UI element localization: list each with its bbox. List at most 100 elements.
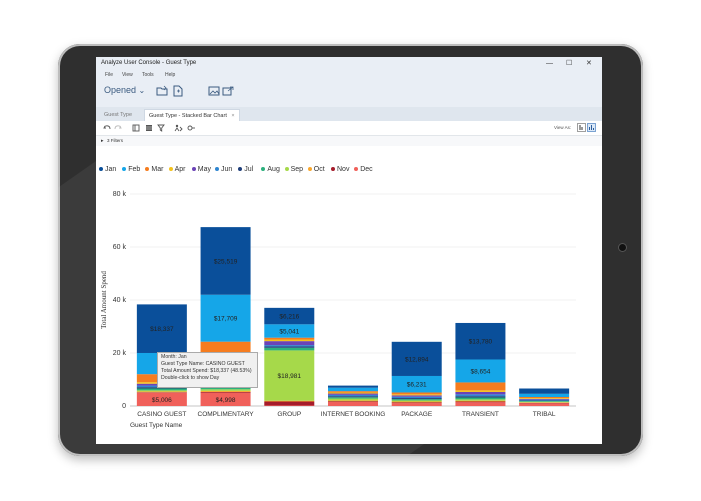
bar-segment-aug: [391, 399, 442, 401]
camera-icon: [619, 244, 626, 251]
chevron-down-icon: ⌄: [138, 86, 146, 95]
bar-segment-may: [391, 395, 442, 397]
data-label: $6,216: [279, 314, 299, 321]
y-axis-title: Total Amount Spend: [100, 271, 108, 329]
bar-segment-apr: [519, 398, 570, 399]
bar-segment-mar: [391, 392, 442, 395]
main-toolbar: Opened ⌄: [96, 80, 602, 108]
bar-segment-may: [264, 341, 315, 346]
close-button[interactable]: ✕: [586, 59, 592, 68]
chart-tooltip: Month: Jan Guest Type Name: CASINO GUEST…: [157, 352, 258, 388]
legend-item-jun[interactable]: Jun: [215, 166, 232, 173]
legend-label: Jan: [105, 166, 117, 173]
new-document-icon[interactable]: [172, 85, 184, 97]
bar-segment-nov: [264, 401, 315, 406]
tab-close-icon[interactable]: ×: [231, 113, 234, 119]
legend-item-sep[interactable]: Sep: [284, 166, 303, 173]
bar-segment-oct: [519, 402, 570, 403]
bar-segment-oct: [200, 390, 251, 392]
legend-item-jul[interactable]: Jul: [238, 166, 253, 173]
legend-label: May: [197, 166, 212, 173]
legend-marker: [331, 167, 335, 172]
bar-segment-oct: [455, 400, 506, 402]
menu-file[interactable]: File: [105, 72, 113, 78]
bar-segment-mar: [455, 382, 506, 391]
bar-segment-sep: [136, 390, 187, 392]
bar-segment-jun: [391, 396, 442, 399]
bar-segment-jul: [455, 396, 506, 398]
image-icon[interactable]: [208, 85, 220, 97]
bar-segment-aug: [328, 397, 378, 399]
drill-person-icon[interactable]: [174, 124, 183, 132]
chart-type-icon[interactable]: [587, 123, 596, 132]
minimize-button[interactable]: —: [546, 59, 553, 68]
bar-segment-jun: [328, 394, 378, 397]
data-label: $18,337: [150, 326, 174, 333]
y-tick-label: 60 k: [113, 244, 127, 251]
bar-segment-nov: [200, 391, 251, 393]
columns-icon[interactable]: [132, 124, 140, 132]
bar-segment-aug: [519, 400, 570, 402]
tab-guest-type[interactable]: Guest Type: [100, 109, 136, 121]
bar-segment-jan: [328, 385, 378, 388]
tooltip-line-amount: Total Amount Spend: $18,337 (48.53%): [161, 368, 252, 374]
legend-label: Jun: [221, 166, 233, 173]
filter-icon[interactable]: [157, 124, 165, 132]
grid-view-icon[interactable]: [577, 123, 586, 132]
legend-item-mar[interactable]: Mar: [145, 166, 163, 173]
bar-segment-feb: [519, 393, 570, 397]
bar-segment-apr: [391, 394, 442, 396]
legend-marker: [145, 167, 150, 172]
table-icon[interactable]: [145, 124, 153, 132]
data-label: $5,006: [152, 397, 172, 404]
bar-segment-jun: [519, 399, 570, 401]
bar-segment-oct: [264, 400, 315, 402]
opened-label: Opened: [104, 85, 137, 95]
bar-segment-may: [328, 393, 378, 395]
bar-segment-aug: [136, 388, 187, 391]
legend-label: Jul: [244, 166, 254, 173]
legend-item-dec[interactable]: Dec: [354, 166, 373, 173]
x-tick-label: CASINO GUEST: [137, 411, 186, 418]
key-dropdown-icon[interactable]: [187, 124, 196, 132]
data-label: $17,709: [214, 316, 238, 323]
legend-item-jan[interactable]: Jan: [99, 166, 116, 173]
legend-item-feb[interactable]: Feb: [122, 166, 140, 173]
legend-marker: [191, 167, 196, 172]
legend-item-apr[interactable]: Apr: [168, 166, 186, 173]
data-label: $12,894: [405, 356, 429, 363]
undo-icon[interactable]: [103, 124, 111, 132]
x-tick-label: GROUP: [277, 411, 301, 418]
filters-row[interactable]: ▸ 3 Filters: [96, 136, 602, 146]
expand-arrow-icon[interactable]: ▸: [101, 138, 104, 144]
y-tick-label: 20 k: [113, 350, 127, 357]
maximize-button[interactable]: ☐: [566, 59, 572, 68]
bar-segment-aug: [455, 397, 506, 400]
open-folder-icon[interactable]: [156, 85, 168, 97]
bar-segment-jul: [264, 346, 315, 348]
bar-segment-nov: [455, 401, 506, 403]
tooltip-line-hint: Double-click to show Day: [161, 375, 220, 381]
legend-marker: [354, 167, 359, 172]
legend-item-aug[interactable]: Aug: [261, 166, 280, 173]
menu-tools[interactable]: Tools: [142, 72, 154, 78]
bar-segment-dec: [455, 402, 506, 406]
bar-segment-dec: [328, 402, 378, 406]
bar-segment-oct: [136, 391, 187, 393]
x-tick-label: INTERNET BOOKING: [321, 411, 386, 418]
legend-marker: [261, 167, 266, 172]
menu-help[interactable]: Help: [165, 72, 175, 78]
tab-bar: Guest Type Guest Type - Stacked Bar Char…: [96, 107, 602, 122]
legend-item-may[interactable]: May: [191, 166, 212, 173]
tab-label: Guest Type - Stacked Bar Chart: [149, 113, 227, 119]
redo-icon[interactable]: [114, 124, 122, 132]
bar-segment-sep: [328, 398, 378, 401]
y-tick-label: 0: [122, 403, 126, 410]
bar-segment-jun: [264, 345, 315, 347]
opened-dropdown[interactable]: Opened ⌄: [104, 85, 145, 95]
export-icon[interactable]: [222, 85, 234, 97]
menu-view[interactable]: View: [122, 72, 133, 78]
legend-item-nov[interactable]: Nov: [331, 166, 349, 173]
legend-item-oct[interactable]: Oct: [307, 166, 325, 173]
bar-segment-dec: [519, 403, 570, 406]
